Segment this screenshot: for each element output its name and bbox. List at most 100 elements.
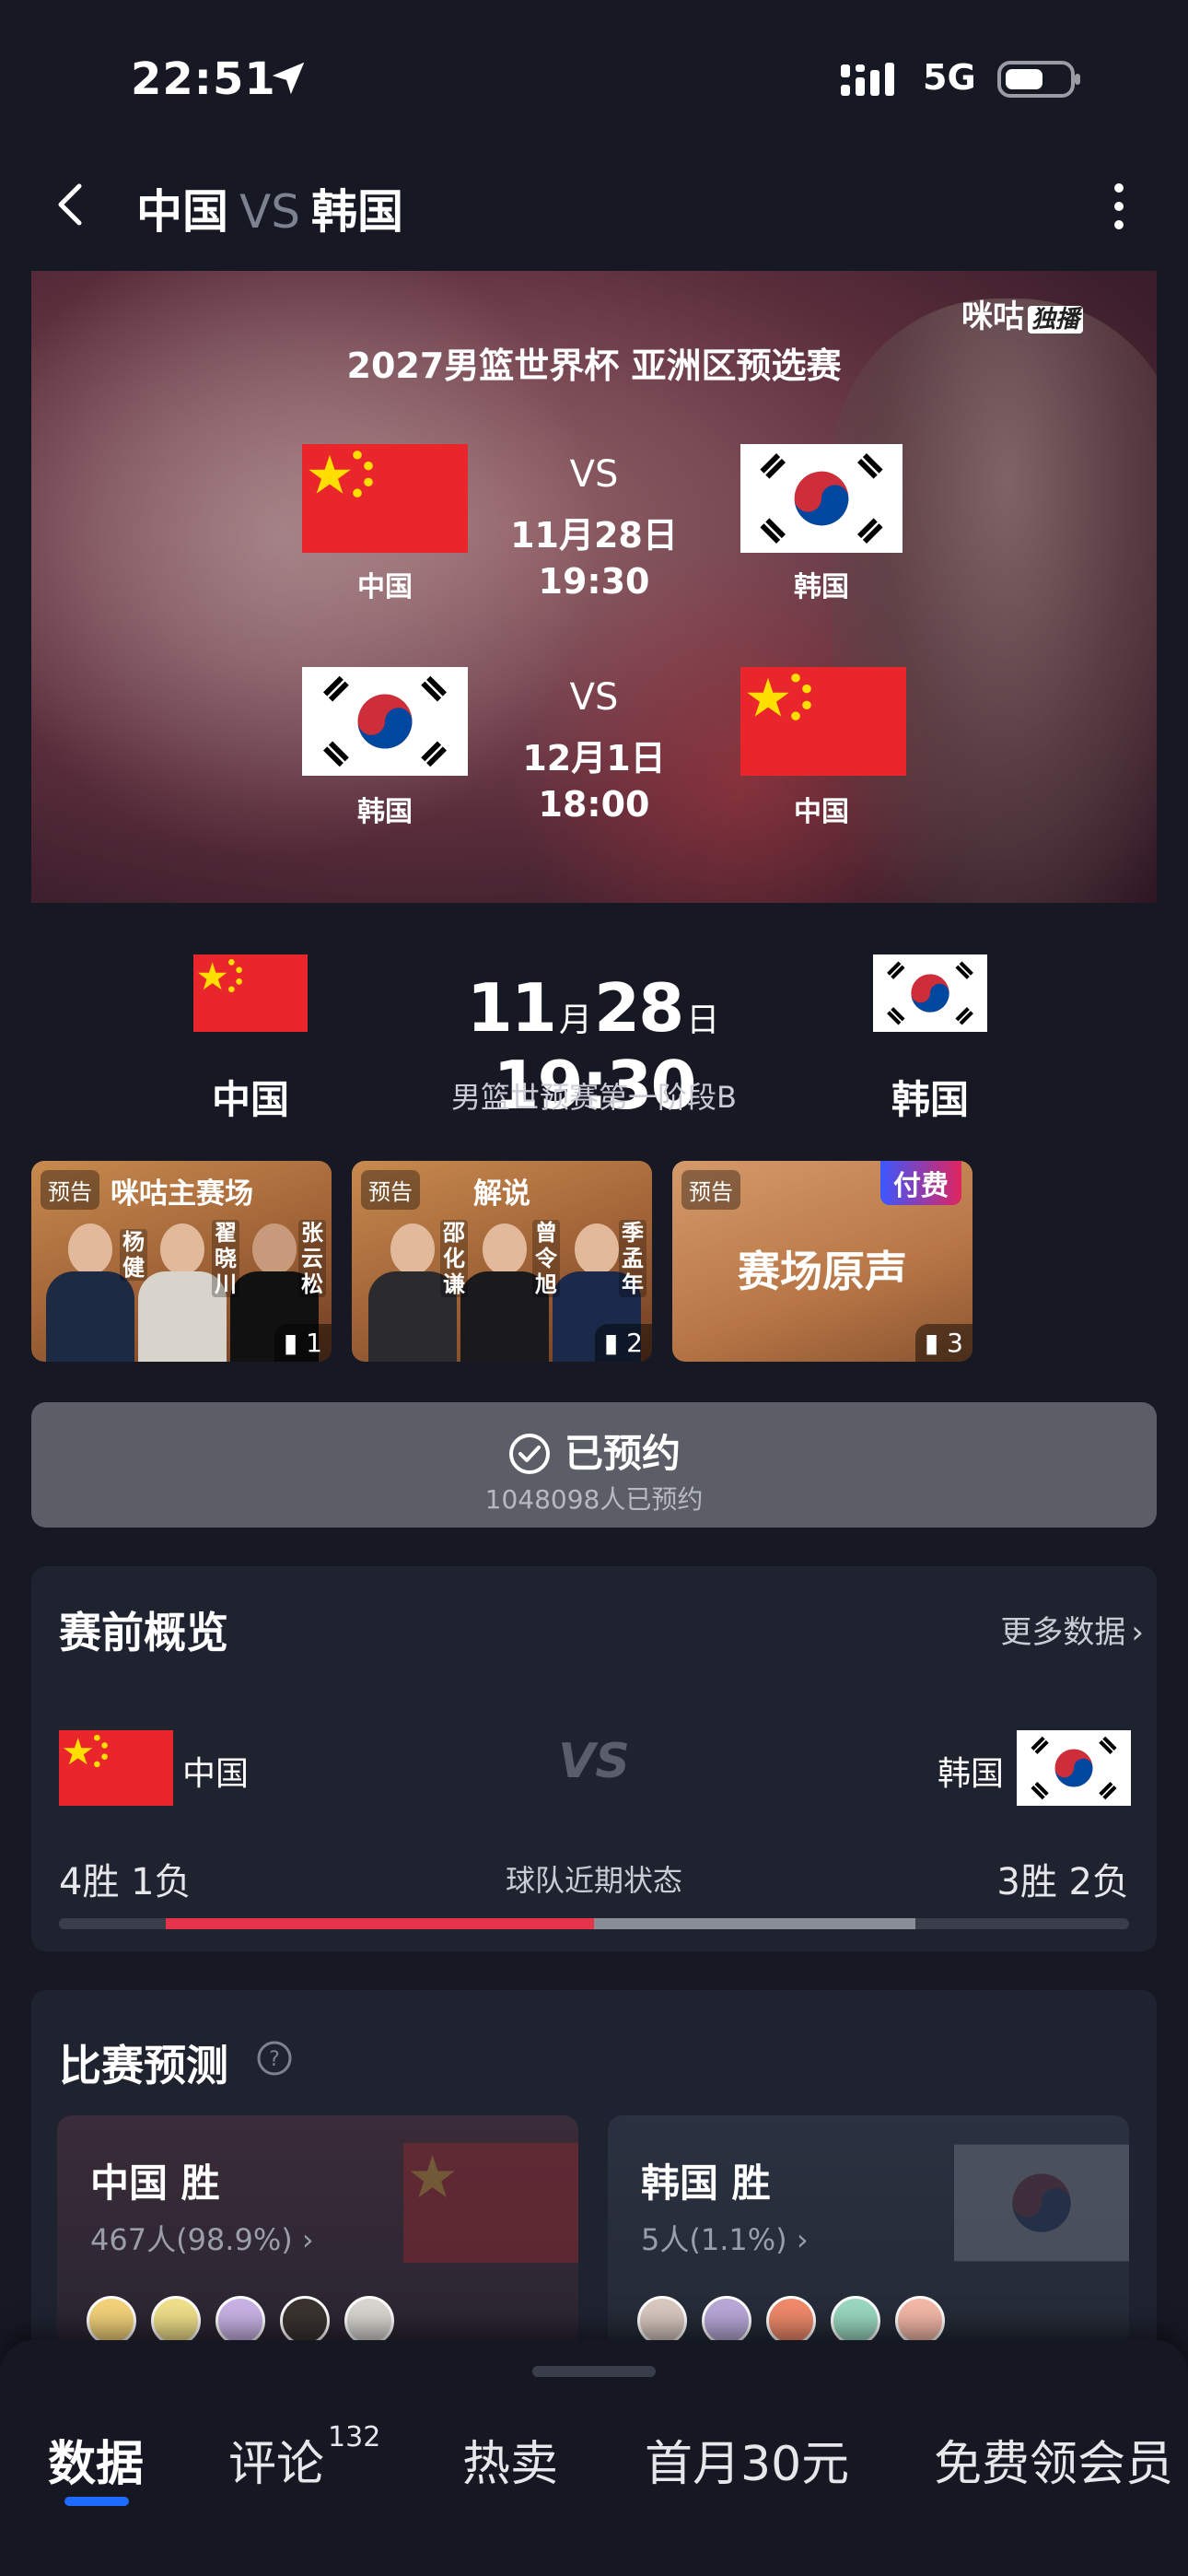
status-time: 22:51	[131, 53, 276, 105]
prediction-card-left[interactable]: 中国 胜 467人(98.9%) ›	[57, 2115, 578, 2346]
china-flag-icon	[193, 954, 308, 1032]
game2-away-name: 中国	[794, 796, 849, 828]
game2-date: 12月1日	[522, 738, 666, 779]
korea-flag-watermark	[954, 2143, 1129, 2263]
overview-title: 赛前概览	[59, 1608, 228, 1657]
overview-team-left: 中国	[182, 1755, 250, 1793]
korea-flag-icon	[873, 954, 987, 1032]
stream-card-commentary[interactable]: 预告 解说 邵化谦 曾令旭 季孟年 ▮ 2	[352, 1161, 652, 1362]
commentator-name: 季孟年	[619, 1220, 646, 1297]
brand-logo: 咪咕 独播	[961, 291, 1084, 336]
chevron-right-icon: ›	[1131, 1614, 1144, 1651]
location-arrow-icon	[267, 57, 309, 100]
svg-text:?: ?	[269, 2048, 280, 2071]
match-team-left: 中国	[211, 1077, 289, 1122]
game1-date: 11月28日	[510, 515, 678, 556]
viewer-count: ▮ 1	[274, 1324, 332, 1362]
comment-count-badge: 132	[328, 2421, 381, 2453]
check-circle-icon	[508, 1434, 550, 1474]
more-options-icon[interactable]	[1105, 177, 1133, 236]
recent-form-left-fill	[166, 1918, 594, 1929]
commentator-name: 邵化谦	[440, 1220, 468, 1297]
avatar	[831, 2296, 880, 2346]
bar-chart-icon: ▮	[924, 1328, 939, 1358]
reserved-label: 已预约	[31, 1423, 1157, 1479]
page-title: 中国 VS 韩国	[136, 175, 403, 241]
china-flag-icon	[302, 444, 468, 553]
right-record: 3胜 2负	[996, 1861, 1129, 1903]
prediction-right-label: 韩国 胜	[641, 2160, 771, 2206]
game1-away-name: 韩国	[794, 571, 849, 603]
overview-team-right: 韩国	[938, 1755, 1005, 1793]
recent-form-bar	[59, 1918, 1129, 1929]
prediction-title: 比赛预测	[59, 2041, 228, 2090]
korea-flag-icon	[302, 667, 468, 776]
commentator-name: 张云松	[298, 1220, 326, 1297]
tab-data[interactable]: 数据	[48, 2425, 144, 2494]
active-tab-indicator	[64, 2497, 129, 2506]
status-bar: 22:51 5G	[0, 0, 1188, 157]
schedule-banner[interactable]: 咪咕 独播 2027男篮世界杯 亚洲区预选赛 中国 VS 11月28日 19:30…	[31, 271, 1157, 903]
title-vs: VS	[239, 185, 300, 239]
recent-form-right-fill	[594, 1918, 915, 1929]
commentator-name: 杨健	[120, 1229, 147, 1281]
reserved-count: 1048098人已预约	[484, 1484, 704, 1515]
stream-card-arena-sound[interactable]: 预告 付费 赛场原声 ▮ 3	[672, 1161, 973, 1362]
bar-chart-icon: ▮	[283, 1328, 298, 1358]
title-team-right: 韩国	[310, 185, 403, 239]
avatar	[344, 2296, 394, 2346]
tab-free-membership[interactable]: 免费领会员	[934, 2425, 1173, 2494]
game2-time: 18:00	[538, 784, 650, 825]
reserved-button[interactable]: 已预约 1048098人已预约	[31, 1402, 1157, 1528]
stream-title: 赛场原声	[738, 1247, 907, 1296]
commentator-name: 曾令旭	[532, 1220, 560, 1297]
china-flag-icon	[59, 1730, 173, 1806]
commentator-name: 翟晓川	[212, 1220, 239, 1297]
prediction-card-right[interactable]: 韩国 胜 5人(1.1%) ›	[608, 2115, 1129, 2346]
more-data-link[interactable]: 更多数据 ›	[1000, 1607, 1144, 1652]
preview-badge: 预告	[681, 1170, 740, 1210]
preview-badge: 预告	[41, 1170, 99, 1210]
china-flag-watermark	[403, 2143, 578, 2263]
viewer-count: ▮ 2	[594, 1324, 652, 1362]
avatar	[637, 2296, 687, 2346]
avatar	[215, 2296, 265, 2346]
game1-home-name: 中国	[357, 571, 413, 603]
game1-vs: VS	[569, 453, 619, 496]
tab-hot-sale[interactable]: 热卖	[462, 2425, 558, 2494]
prediction-left-label: 中国 胜	[90, 2160, 220, 2206]
tab-comments[interactable]: 评论 132	[228, 2421, 380, 2494]
network-type: 5G	[923, 57, 976, 98]
game1-time: 19:30	[538, 561, 650, 602]
left-record: 4胜 1负	[59, 1861, 192, 1903]
stream-card-main[interactable]: 预告 咪咕主赛场 杨健 翟晓川 张云松 ▮ 1	[31, 1161, 332, 1362]
paid-badge: 付费	[880, 1161, 961, 1205]
recent-form-label: 球队近期状态	[505, 1863, 682, 1898]
banner-title: 2027男篮世界杯 亚洲区预选赛	[346, 345, 842, 386]
prediction-right-count: 5人(1.1%) ›	[641, 2222, 809, 2257]
viewer-count: ▮ 3	[914, 1324, 973, 1362]
help-icon[interactable]: ?	[256, 2040, 293, 2077]
match-stage: 男篮世预赛第一阶段B	[451, 1080, 737, 1115]
vs-logo: VS	[558, 1734, 630, 1789]
bar-chart-icon: ▮	[603, 1328, 619, 1358]
drag-handle[interactable]	[532, 2366, 656, 2377]
avatar	[151, 2296, 201, 2346]
stream-title: 解说	[473, 1177, 530, 1211]
game2-home-name: 韩国	[357, 796, 413, 828]
korea-flag-icon	[1017, 1730, 1131, 1806]
china-flag-icon	[740, 667, 906, 776]
bottom-tab-bar: 数据 评论 132 热卖 首月30元 免费领会员	[0, 2340, 1188, 2576]
title-team-left: 中国	[136, 185, 228, 239]
battery-icon	[997, 59, 1082, 100]
match-team-right: 韩国	[891, 1077, 969, 1122]
korea-flag-icon	[740, 444, 903, 553]
stream-title: 咪咕主赛场	[111, 1177, 253, 1211]
game2-vs: VS	[569, 676, 619, 719]
avatar	[702, 2296, 751, 2346]
pregame-overview-panel: 赛前概览 更多数据 › 中国 VS 韩国 4胜 1负 球队近期状态 3胜 2负	[31, 1566, 1157, 1951]
avatar	[895, 2296, 945, 2346]
prediction-left-count: 467人(98.9%) ›	[90, 2222, 314, 2257]
tab-first-month-offer[interactable]: 首月30元	[645, 2425, 849, 2494]
back-button[interactable]	[48, 179, 92, 230]
